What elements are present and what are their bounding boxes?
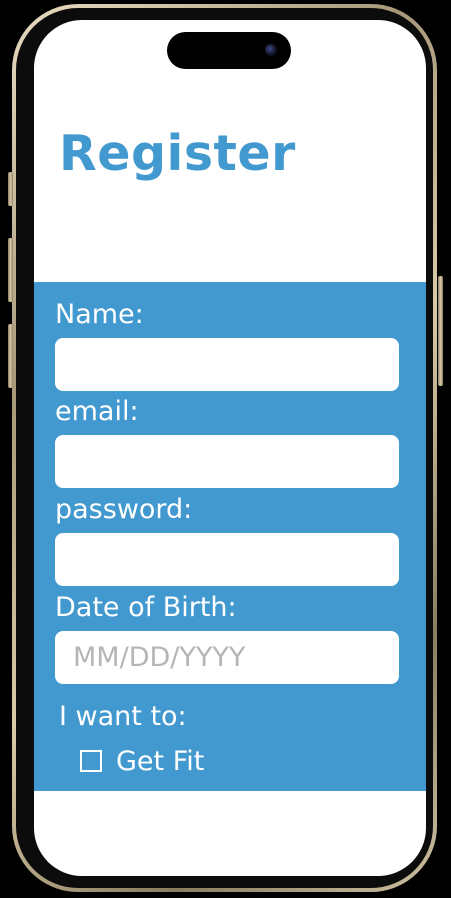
phone-device: Register Name: email: password: Date of … <box>0 0 451 898</box>
dob-label: Date of Birth: <box>55 592 237 623</box>
get-fit-label: Get Fit <box>116 745 205 777</box>
dynamic-island <box>167 32 291 69</box>
email-label: email: <box>55 396 139 427</box>
name-input[interactable] <box>55 338 399 391</box>
camera-icon <box>265 44 277 56</box>
password-label: password: <box>55 494 193 525</box>
goals-label: I want to: <box>59 701 187 732</box>
password-input[interactable] <box>55 533 399 586</box>
app-screen: Register Name: email: password: Date of … <box>34 20 426 876</box>
power-button <box>438 276 443 386</box>
get-fit-checkbox[interactable] <box>80 750 102 772</box>
register-form: Name: email: password: Date of Birth: I … <box>34 282 426 791</box>
goal-option-get-fit[interactable]: Get Fit <box>80 744 204 778</box>
page-title: Register <box>59 125 296 182</box>
dob-input[interactable] <box>55 631 399 684</box>
volume-down-button <box>8 324 13 388</box>
volume-up-button <box>8 238 13 302</box>
side-switch <box>8 172 13 206</box>
name-label: Name: <box>55 299 144 330</box>
email-input[interactable] <box>55 435 399 488</box>
